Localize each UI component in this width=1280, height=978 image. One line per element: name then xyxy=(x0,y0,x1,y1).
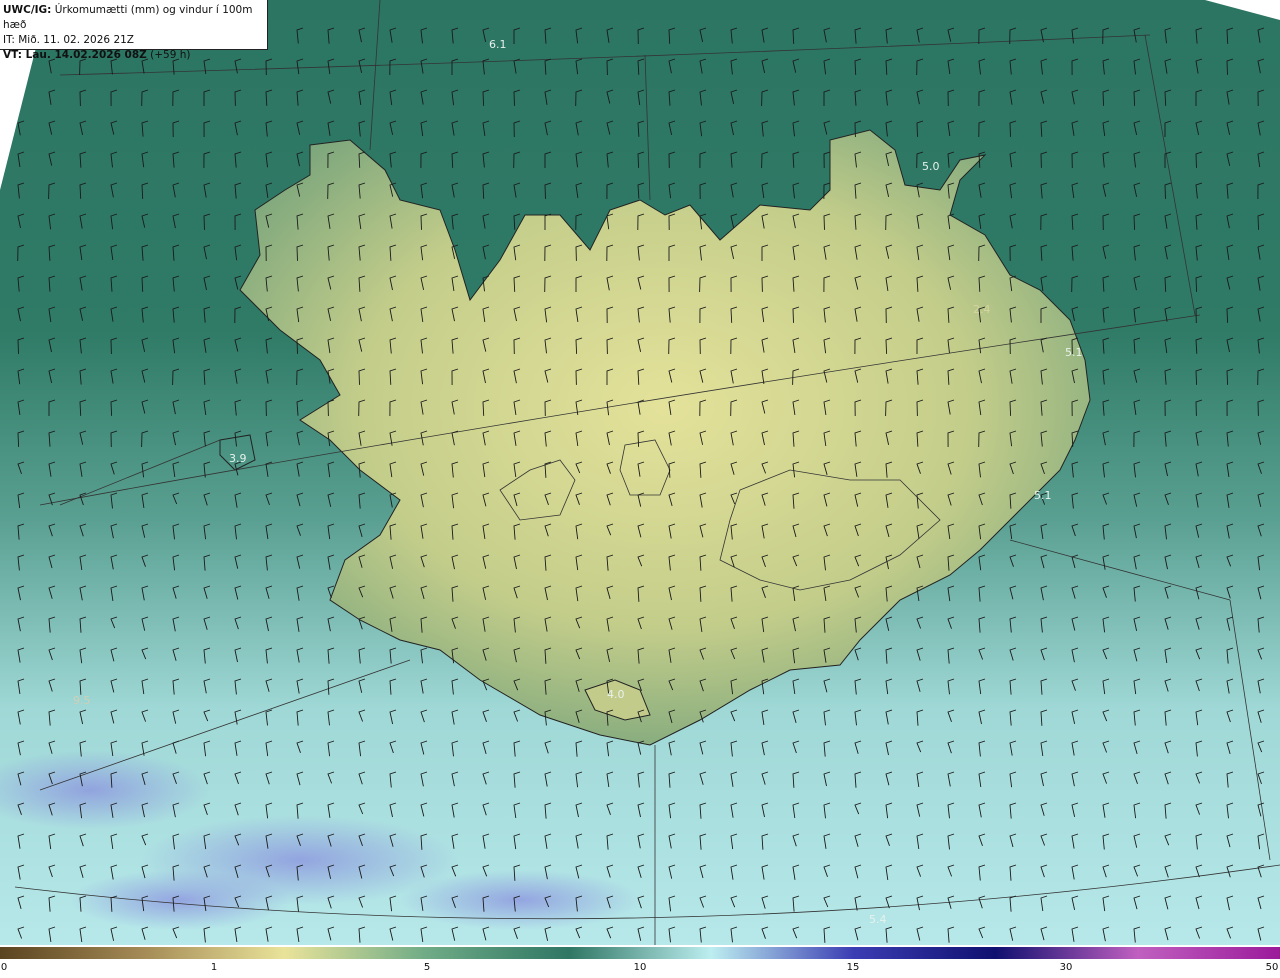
colorbar-tick: 1 xyxy=(210,962,218,973)
map-label: 4.0 xyxy=(607,688,625,701)
valid-time-line: VT: Lau. 14.02.2026 08Z (+59 h) xyxy=(3,48,267,63)
valid-time: VT: Lau. 14.02.2026 08Z xyxy=(3,49,147,61)
map-label: 2.4 xyxy=(973,303,991,316)
issue-time: IT: Mið. 11. 02. 2026 21Z xyxy=(3,34,134,46)
colorbar: 0 1 5 10 15 30 50 xyxy=(0,947,1280,978)
map-label: 5.4 xyxy=(869,913,887,926)
colorbar-tick: 0 xyxy=(0,962,8,973)
map-label: 5.0 xyxy=(922,160,940,173)
colorbar-tick: 5 xyxy=(423,962,431,973)
model-name: UWC/IG: xyxy=(3,4,52,16)
lead-time: (+59 h) xyxy=(150,49,191,61)
map-label: 9.5 xyxy=(73,694,91,707)
title-line: UWC/IG: Úrkomumætti (mm) og vindur í 100… xyxy=(3,3,267,33)
map-label: 6.1 xyxy=(489,38,507,51)
precipitation-wind-map: 6.1 5.0 2.4 5.1 5.1 3.9 4.0 9.5 5.4 xyxy=(0,0,1280,945)
colorbar-tick: 15 xyxy=(846,962,860,973)
map-label: 5.1 xyxy=(1034,489,1052,502)
map-info-box: UWC/IG: Úrkomumætti (mm) og vindur í 100… xyxy=(0,0,268,61)
colorbar-strip xyxy=(0,947,1280,959)
map-label: 3.9 xyxy=(229,452,247,465)
colorbar-tick: 50 xyxy=(1265,962,1279,973)
colorbar-tick: 30 xyxy=(1059,962,1073,973)
map-label: 5.1 xyxy=(1065,346,1083,359)
colorbar-tick: 10 xyxy=(633,962,647,973)
